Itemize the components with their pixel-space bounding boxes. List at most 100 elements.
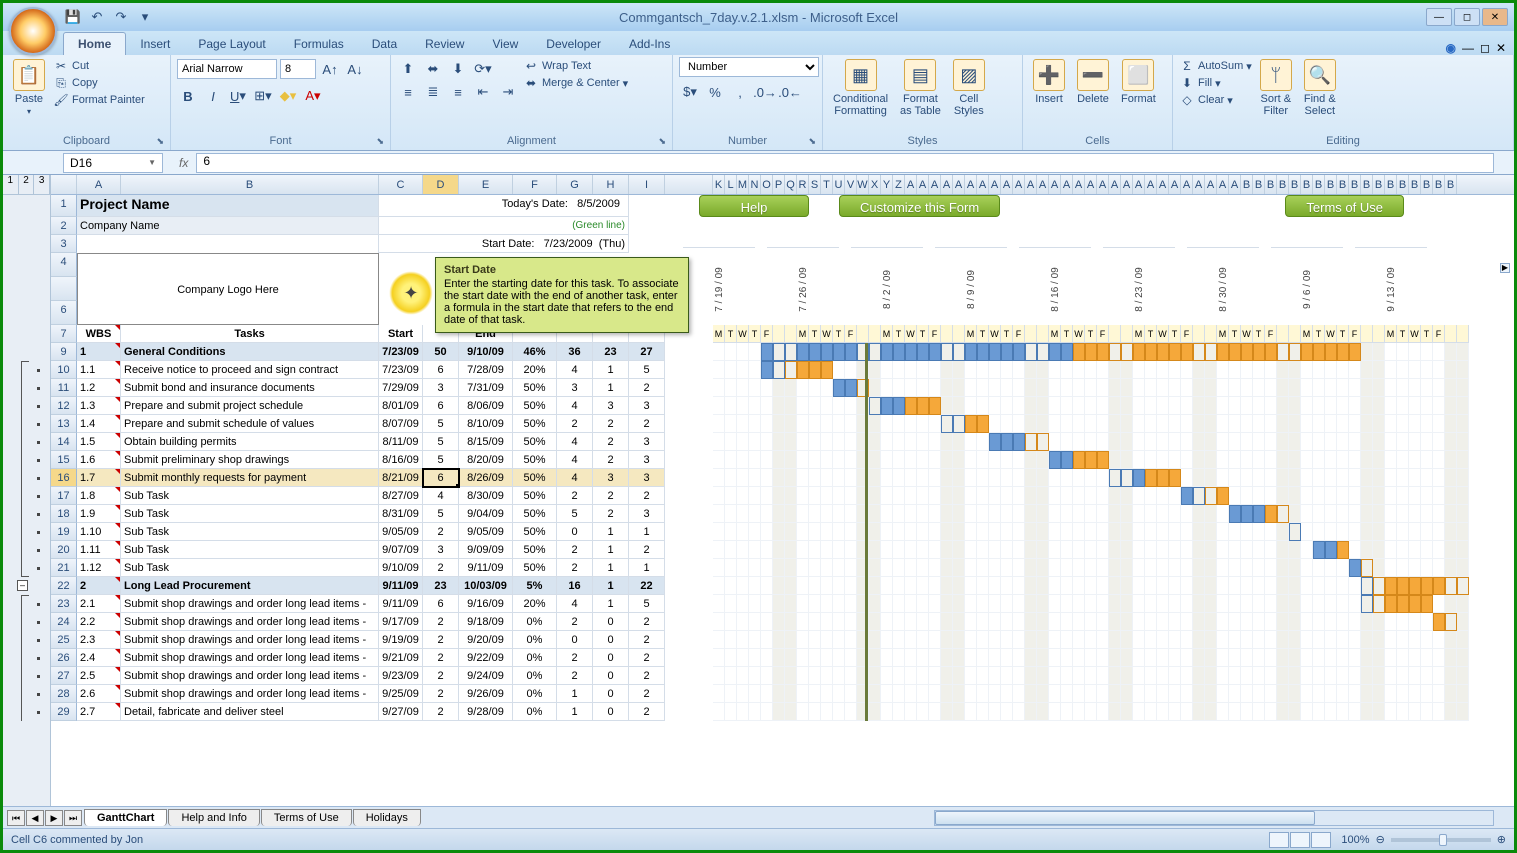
- border-button[interactable]: ⊞▾: [252, 85, 274, 107]
- cell[interactable]: 2.3: [77, 631, 121, 649]
- format-painter-button[interactable]: 🖌Format Painter: [53, 92, 145, 108]
- cell[interactable]: 8/30/09: [459, 487, 513, 505]
- outline-level-1[interactable]: 1: [3, 175, 19, 194]
- autosum-button[interactable]: ΣAutoSum ▾: [1179, 58, 1252, 74]
- formula-input[interactable]: 6: [196, 153, 1494, 173]
- cell[interactable]: 9/05/09: [459, 523, 513, 541]
- conditional-formatting-button[interactable]: ▦Conditional Formatting: [829, 57, 892, 119]
- align-bottom-icon[interactable]: ⬇: [447, 58, 469, 80]
- col-header[interactable]: B: [1421, 175, 1433, 194]
- fx-icon[interactable]: fx: [179, 156, 188, 170]
- format-cells-button[interactable]: ⬜Format: [1117, 57, 1160, 107]
- sheet-tab-terms-of-use[interactable]: Terms of Use: [261, 809, 352, 826]
- row-header[interactable]: 25: [51, 631, 77, 649]
- cell[interactable]: 2: [629, 685, 665, 703]
- col-header[interactable]: A: [1037, 175, 1049, 194]
- font-launcher-icon[interactable]: ⬊: [376, 136, 384, 147]
- clear-button[interactable]: ◇Clear ▾: [1179, 92, 1252, 108]
- col-header[interactable]: A: [989, 175, 1001, 194]
- cell[interactable]: 0: [593, 685, 629, 703]
- col-header[interactable]: V: [845, 175, 857, 194]
- row-header[interactable]: 11: [51, 379, 77, 397]
- cell[interactable]: 9/10/09: [459, 343, 513, 361]
- cell[interactable]: 6: [423, 397, 459, 415]
- sheet-tab-help-and-info[interactable]: Help and Info: [168, 809, 259, 826]
- cell[interactable]: 2: [423, 685, 459, 703]
- cell[interactable]: 1: [557, 685, 593, 703]
- decrease-indent-icon[interactable]: ⇤: [472, 81, 494, 103]
- cell[interactable]: 2: [629, 631, 665, 649]
- cell[interactable]: Long Lead Procurement: [121, 577, 379, 595]
- col-header[interactable]: L: [725, 175, 737, 194]
- col-header[interactable]: A: [1229, 175, 1241, 194]
- tab-developer[interactable]: Developer: [532, 33, 615, 55]
- col-header[interactable]: X: [869, 175, 881, 194]
- cell[interactable]: 0%: [513, 649, 557, 667]
- col-header[interactable]: N: [749, 175, 761, 194]
- cell[interactable]: 8/31/09: [379, 505, 423, 523]
- zoom-in-icon[interactable]: ⊕: [1497, 833, 1506, 846]
- col-header[interactable]: Q: [785, 175, 797, 194]
- cell[interactable]: 2: [629, 613, 665, 631]
- cell[interactable]: 9/18/09: [459, 613, 513, 631]
- col-header[interactable]: A: [1193, 175, 1205, 194]
- cell[interactable]: 5%: [513, 577, 557, 595]
- cell[interactable]: 6: [423, 361, 459, 379]
- cell[interactable]: 0: [593, 613, 629, 631]
- cell[interactable]: 8/10/09: [459, 415, 513, 433]
- cell[interactable]: Prepare and submit schedule of values: [121, 415, 379, 433]
- tab-home[interactable]: Home: [63, 32, 126, 55]
- cell[interactable]: 2: [557, 415, 593, 433]
- cell[interactable]: 2: [423, 631, 459, 649]
- col-header[interactable]: B: [121, 175, 379, 194]
- cell[interactable]: 5: [423, 433, 459, 451]
- cell[interactable]: 0: [557, 631, 593, 649]
- bold-button[interactable]: B: [177, 85, 199, 107]
- row-header[interactable]: 7: [51, 325, 77, 343]
- currency-icon[interactable]: $▾: [679, 81, 701, 103]
- shrink-font-icon[interactable]: A↓: [344, 58, 366, 80]
- col-header[interactable]: A: [1025, 175, 1037, 194]
- cell[interactable]: Submit preliminary shop drawings: [121, 451, 379, 469]
- row-header[interactable]: 27: [51, 667, 77, 685]
- horizontal-scrollbar[interactable]: [934, 810, 1494, 826]
- cell[interactable]: 7/28/09: [459, 361, 513, 379]
- col-header[interactable]: A: [1205, 175, 1217, 194]
- sheet-tab-ganttchart[interactable]: GanttChart: [84, 809, 167, 826]
- office-button[interactable]: [9, 7, 57, 55]
- cell[interactable]: 2.2: [77, 613, 121, 631]
- cell[interactable]: 4: [557, 451, 593, 469]
- col-header[interactable]: A: [1133, 175, 1145, 194]
- cell[interactable]: 2: [593, 451, 629, 469]
- number-format-combo[interactable]: Number: [679, 57, 819, 77]
- col-header[interactable]: B: [1361, 175, 1373, 194]
- col-header[interactable]: B: [1445, 175, 1457, 194]
- cell[interactable]: Prepare and submit project schedule: [121, 397, 379, 415]
- cell[interactable]: 0: [593, 631, 629, 649]
- cell[interactable]: 2.6: [77, 685, 121, 703]
- cell[interactable]: 50%: [513, 433, 557, 451]
- row-header[interactable]: [51, 277, 77, 301]
- cell[interactable]: 9/23/09: [379, 667, 423, 685]
- cell[interactable]: 0: [593, 649, 629, 667]
- row-header[interactable]: 28: [51, 685, 77, 703]
- col-header[interactable]: K: [713, 175, 725, 194]
- cell[interactable]: Sub Task: [121, 487, 379, 505]
- cell[interactable]: 2: [593, 505, 629, 523]
- cell[interactable]: 8/26/09: [459, 469, 513, 487]
- row-header[interactable]: 19: [51, 523, 77, 541]
- col-header[interactable]: A: [1181, 175, 1193, 194]
- cell[interactable]: 50%: [513, 559, 557, 577]
- sort-filter-button[interactable]: ᛘSort & Filter: [1256, 57, 1296, 119]
- cell[interactable]: 20%: [513, 595, 557, 613]
- page-layout-view-icon[interactable]: [1290, 832, 1310, 848]
- cell[interactable]: 8/20/09: [459, 451, 513, 469]
- col-header[interactable]: B: [1337, 175, 1349, 194]
- cell[interactable]: 2: [629, 415, 665, 433]
- col-header[interactable]: A: [1085, 175, 1097, 194]
- normal-view-icon[interactable]: [1269, 832, 1289, 848]
- cell[interactable]: 1: [629, 523, 665, 541]
- cell[interactable]: 1.2: [77, 379, 121, 397]
- col-header[interactable]: Z: [893, 175, 905, 194]
- col-header[interactable]: A: [1061, 175, 1073, 194]
